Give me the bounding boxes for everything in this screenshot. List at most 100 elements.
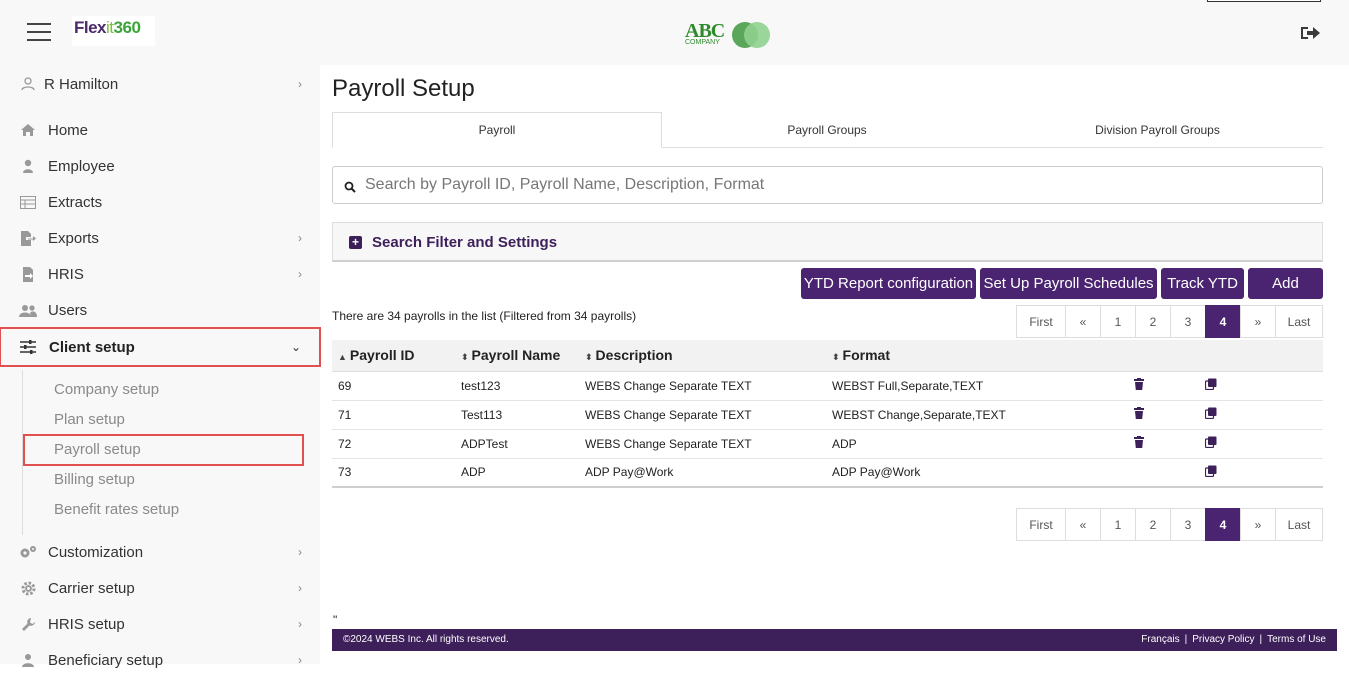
page-1[interactable]: 1: [1100, 305, 1136, 338]
column-header-payroll-id[interactable]: ▲ Payroll ID: [332, 340, 455, 372]
ytd-report-configuration-button[interactable]: YTD Report configuration: [801, 268, 976, 299]
column-header-payroll-name[interactable]: ⬍ Payroll Name: [455, 340, 579, 372]
trash-icon[interactable]: [1133, 407, 1145, 419]
link-privacy-policy[interactable]: Privacy Policy: [1192, 634, 1254, 645]
sidebar-item-beneficiary-setup[interactable]: Beneficiary setup ›: [0, 642, 320, 678]
search-filter-toggle[interactable]: + Search Filter and Settings: [332, 222, 1323, 262]
tab-payroll-groups[interactable]: Payroll Groups: [662, 112, 992, 148]
page-2[interactable]: 2: [1135, 508, 1171, 541]
sidebar: R Hamilton › Home Employee Extracts Expo…: [0, 65, 321, 669]
column-header-copy: [1199, 340, 1323, 372]
payroll-table: ▲ Payroll ID ⬍ Payroll Name ⬍ Description ⬍…: [332, 340, 1323, 488]
table-row[interactable]: 69 test123 WEBS Change Separate TEXT WEB…: [332, 371, 1323, 401]
sidebar-item-exports[interactable]: Exports ›: [0, 220, 320, 256]
payroll-setup-highlight: [23, 434, 304, 466]
chevron-down-icon: ⌄: [290, 340, 301, 354]
submenu-company-setup[interactable]: Company setup: [54, 381, 159, 398]
column-header-description[interactable]: ⬍ Description: [579, 340, 826, 372]
search-input[interactable]: [363, 171, 1303, 199]
chevron-right-icon: ›: [298, 545, 302, 559]
payroll-count-text: There are 34 payrolls in the list (Filte…: [332, 309, 637, 323]
page-last[interactable]: Last: [1275, 305, 1323, 338]
search-box: [332, 166, 1323, 204]
page-first[interactable]: First: [1016, 508, 1066, 541]
tab-division-payroll-groups[interactable]: Division Payroll Groups: [992, 112, 1323, 148]
sidebar-item-users[interactable]: Users: [0, 292, 320, 328]
sort-asc-icon: ▲: [338, 352, 347, 363]
sidebar-item-customization[interactable]: Customization ›: [0, 534, 320, 570]
page-3[interactable]: 3: [1170, 305, 1206, 338]
page-title: Payroll Setup: [332, 75, 475, 102]
export-icon: [19, 229, 37, 247]
link-terms-of-use[interactable]: Terms of Use: [1267, 634, 1326, 645]
sidebar-item-home[interactable]: Home: [0, 112, 320, 148]
chevron-right-icon: ›: [298, 653, 302, 667]
trash-icon[interactable]: [1133, 436, 1145, 448]
stray-text: ": [333, 613, 338, 627]
page-3[interactable]: 3: [1170, 508, 1206, 541]
table-header-row: ▲ Payroll ID ⬍ Payroll Name ⬍ Description ⬍…: [332, 340, 1323, 372]
column-header-format[interactable]: ⬍ Format: [826, 340, 1127, 372]
home-icon: [19, 121, 37, 139]
table-row[interactable]: 73 ADP ADP Pay@Work ADP Pay@Work: [332, 458, 1323, 488]
chevron-right-icon: ›: [298, 267, 302, 281]
page-last[interactable]: Last: [1275, 508, 1323, 541]
copy-icon[interactable]: [1204, 436, 1217, 449]
top-corner-box: [1207, 0, 1321, 2]
wrench-icon: [19, 615, 37, 633]
search-filter-label: Search Filter and Settings: [372, 234, 558, 251]
pagination-bottom: First « 1 2 3 4 » Last: [1016, 508, 1323, 541]
sidebar-user[interactable]: R Hamilton ›: [0, 66, 320, 102]
set-up-payroll-schedules-button[interactable]: Set Up Payroll Schedules: [980, 268, 1157, 299]
copy-icon[interactable]: [1204, 378, 1217, 391]
add-button[interactable]: Add: [1248, 268, 1323, 299]
cog-icon: [19, 579, 37, 597]
sidebar-item-extracts[interactable]: Extracts: [0, 184, 320, 220]
footer-links: Français | Privacy Policy | Terms of Use: [1141, 634, 1326, 645]
logout-icon[interactable]: [1299, 24, 1321, 42]
page-1[interactable]: 1: [1100, 508, 1136, 541]
user-icon: [19, 75, 37, 93]
submenu-plan-setup[interactable]: Plan setup: [54, 411, 125, 428]
sort-icon: ⬍: [585, 352, 593, 363]
trash-icon[interactable]: [1133, 378, 1145, 390]
table-row[interactable]: 71 Test113 WEBS Change Separate TEXT WEB…: [332, 400, 1323, 430]
flexit360-logo[interactable]: Flexit360: [72, 16, 155, 46]
page-4-current[interactable]: 4: [1205, 508, 1241, 541]
page-prev[interactable]: «: [1065, 508, 1101, 541]
page-next[interactable]: »: [1240, 508, 1276, 541]
copy-icon[interactable]: [1204, 465, 1217, 477]
gears-icon: [19, 543, 37, 561]
hamburger-menu-icon[interactable]: [27, 23, 51, 43]
page-prev[interactable]: «: [1065, 305, 1101, 338]
chevron-right-icon: ›: [298, 581, 302, 595]
track-ytd-button[interactable]: Track YTD: [1161, 268, 1244, 299]
copy-icon[interactable]: [1204, 407, 1217, 420]
person-icon: [19, 157, 37, 175]
chevron-right-icon: ›: [298, 617, 302, 631]
page-4-current[interactable]: 4: [1205, 305, 1241, 338]
sidebar-item-client-setup[interactable]: Client setup ⌄: [0, 327, 321, 367]
submenu-billing-setup[interactable]: Billing setup: [54, 471, 135, 488]
table-row[interactable]: 72 ADPTest WEBS Change Separate TEXT ADP: [332, 429, 1323, 459]
plus-square-icon: +: [349, 236, 362, 249]
top-header: Flexit360 ABC COMPANY: [0, 0, 1349, 65]
search-icon: [344, 180, 356, 193]
tab-payroll[interactable]: Payroll: [332, 112, 662, 148]
page-next[interactable]: »: [1240, 305, 1276, 338]
sidebar-item-employee[interactable]: Employee: [0, 148, 320, 184]
sidebar-item-hris-setup[interactable]: HRIS setup ›: [0, 606, 320, 642]
users-icon: [19, 301, 37, 319]
footer: ©2024 WEBS Inc. All rights reserved. Fra…: [332, 629, 1337, 651]
page-first[interactable]: First: [1016, 305, 1066, 338]
sidebar-item-hris[interactable]: HRIS ›: [0, 256, 320, 292]
submenu-benefit-rates-setup[interactable]: Benefit rates setup: [54, 501, 179, 518]
client-logo: ABC COMPANY: [684, 20, 774, 50]
page-2[interactable]: 2: [1135, 305, 1171, 338]
sidebar-item-carrier-setup[interactable]: Carrier setup ›: [0, 570, 320, 606]
link-francais[interactable]: Français: [1141, 634, 1179, 645]
beneficiary-icon: [19, 651, 37, 669]
hris-icon: [19, 265, 37, 283]
chevron-right-icon: ›: [298, 77, 302, 91]
sort-icon: ⬍: [832, 352, 840, 363]
